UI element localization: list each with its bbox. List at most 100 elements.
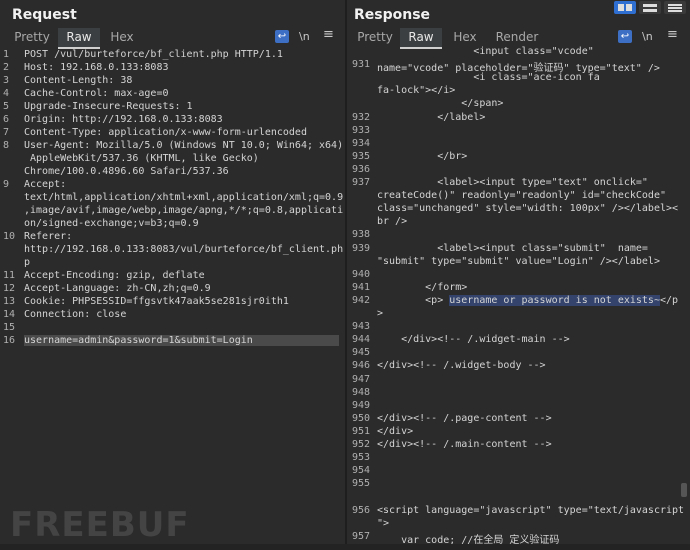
code-line: Cookie: PHPSESSID=ffgsvtk47aak5se281sjr0… [24, 296, 289, 307]
code-line: createCode()" readonly="readonly" id="ch… [377, 190, 666, 202]
line-number: 1 [3, 49, 10, 60]
code-line: </br> [377, 150, 468, 162]
line-number: 2 [3, 62, 10, 73]
line-number: 945 [352, 347, 371, 359]
code-line: http://192.168.0.133:8083/vul/burteforce… [24, 244, 344, 255]
code-line: ,image/avif,image/webp,image/apng,*/*;q=… [24, 205, 344, 216]
newline-toggle[interactable]: \n [642, 30, 653, 43]
line-number: 7 [3, 127, 10, 138]
code-line: </label> [377, 111, 486, 123]
code-line: Cache-Control: max-age=0 [24, 88, 169, 99]
code-line: Connection: close [24, 309, 127, 320]
code-line: </span> [377, 98, 504, 110]
request-title: Request [12, 7, 77, 23]
line-number: 944 [352, 334, 371, 346]
code-line: Content-Type: application/x-www-form-url… [24, 127, 307, 138]
code-line: AppleWebKit/537.36 (KHTML, like Gecko) [24, 153, 259, 164]
request-tab-pretty[interactable]: Pretty [10, 28, 54, 47]
line-number: 953 [352, 452, 371, 464]
code-line: <i class="ace-icon fa [377, 72, 600, 84]
line-number: 9 [3, 179, 10, 190]
line-number: 938 [352, 229, 371, 241]
code-line: </div><!-- /.widget-main --> [377, 334, 570, 346]
line-number: 932 [352, 111, 371, 123]
code-line: Upgrade-Insecure-Requests: 1 [24, 101, 193, 112]
code-line: on/signed-exchange;v=b3;q=0.9 [24, 218, 199, 229]
code-line: class="unchanged" style="width: 100px" /… [377, 203, 679, 215]
request-tabs: Pretty Raw Hex [0, 28, 345, 49]
line-number: 4 [3, 88, 10, 99]
request-tab-raw[interactable]: Raw [58, 28, 100, 49]
line-number: 934 [352, 137, 371, 149]
line-number: 936 [352, 163, 371, 175]
code-line: text/html,application/xhtml+xml,applicat… [24, 192, 344, 203]
code-line: p [24, 257, 31, 268]
side-by-side-layout-icon[interactable] [614, 1, 636, 14]
code-line: Content-Length: 38 [24, 75, 133, 86]
response-tab-hex[interactable]: Hex [447, 28, 483, 47]
line-number: 947 [352, 373, 371, 385]
line-number: 935 [352, 150, 371, 162]
line-number: 949 [352, 399, 371, 411]
response-pane: Response Pretty Raw Hex Render ↩ \n ≡ <i… [347, 0, 690, 550]
code-line: </form> [377, 281, 468, 293]
line-number: 13 [3, 296, 16, 307]
line-number: 3 [3, 75, 10, 86]
code-line: > [377, 308, 384, 319]
menu-icon[interactable]: ≡ [323, 27, 334, 42]
request-editor[interactable]: 1 POST /vul/burteforce/bf_client.php HTTP… [0, 47, 345, 550]
stacked-layout-icon[interactable] [639, 1, 661, 14]
line-number: 12 [3, 283, 16, 294]
line-number: 952 [352, 439, 371, 450]
response-editor[interactable]: <input class="vcode" 931 name="vcode" plac… [347, 46, 690, 550]
menu-icon[interactable]: ≡ [667, 27, 678, 42]
line-number: 939 [352, 242, 371, 254]
code-line: </div><!-- /.main-content --> [377, 439, 552, 450]
tabbed-layout-icon[interactable] [664, 1, 686, 14]
code-line: br /> [377, 216, 408, 228]
response-title: Response [354, 7, 431, 23]
request-tab-hex[interactable]: Hex [104, 28, 140, 47]
line-number: 940 [352, 268, 371, 280]
code-line: User-Agent: Mozilla/5.0 (Windows NT 10.0… [24, 140, 344, 151]
line-number: 956 [352, 504, 371, 516]
code-line: username=admin&password=1&submit=Login [24, 335, 339, 346]
code-line: Host: 192.168.0.133:8083 [24, 62, 169, 73]
code-line: Referer: [24, 231, 73, 242]
line-number: 951 [352, 425, 371, 437]
line-number: 954 [352, 465, 371, 477]
line-number: 5 [3, 101, 10, 112]
code-line: <label><input type="text" onclick=" [377, 177, 648, 188]
response-scrollbar[interactable] [681, 483, 687, 497]
status-strip [0, 544, 690, 550]
line-number: 955 [352, 478, 371, 490]
line-number: 946 [352, 360, 371, 372]
code-line: Accept-Language: zh-CN,zh;q=0.9 [24, 283, 211, 294]
line-number: 11 [3, 270, 16, 281]
wrap-lines-icon[interactable]: ↩ [618, 30, 632, 43]
line-number: 941 [352, 281, 371, 293]
line-number: 16 [3, 335, 16, 346]
line-number: 14 [3, 309, 16, 320]
code-line: "submit" type="submit" value="Login" /><… [377, 255, 660, 267]
code-line: fa-lock"></i> [377, 85, 456, 97]
line-number: 942 [352, 294, 371, 306]
code-line: Accept: [24, 179, 67, 190]
code-line: "> [377, 517, 390, 529]
freebuf-watermark: FREEBUF [10, 505, 190, 545]
line-number: 957 [352, 530, 371, 542]
line-number: 931 [352, 59, 371, 71]
layout-switcher [614, 1, 686, 15]
code-line: <p> username or password is not exists~<… [377, 294, 679, 306]
line-number: 943 [352, 321, 371, 333]
line-number: 10 [3, 231, 16, 242]
code-line: <script language="javascript" type="text… [377, 504, 685, 516]
response-tab-render[interactable]: Render [492, 28, 542, 47]
line-number: 948 [352, 386, 371, 398]
newline-toggle[interactable]: \n [299, 30, 310, 43]
response-tab-pretty[interactable]: Pretty [353, 28, 397, 47]
code-line: <input class="vcode" [377, 46, 594, 57]
code-line: </div> [377, 425, 414, 437]
line-number: 950 [352, 412, 371, 424]
wrap-lines-icon[interactable]: ↩ [275, 30, 289, 43]
